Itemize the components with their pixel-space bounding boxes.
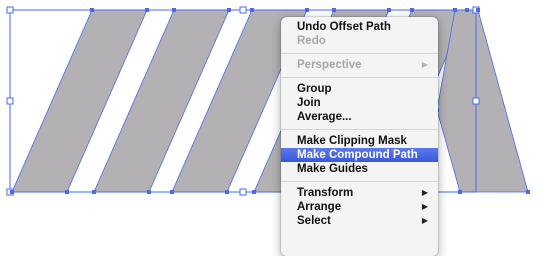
anchor-point[interactable]	[453, 8, 457, 12]
menu-item-label: Arrange	[297, 201, 342, 213]
menu-separator	[281, 77, 438, 78]
menu-item-label: Make Guides	[297, 163, 368, 175]
menu-item-label: Make Compound Path	[297, 149, 418, 161]
menu-item-make-guides[interactable]: Make Guides	[281, 162, 438, 176]
anchor-point[interactable]	[170, 190, 174, 194]
menu-separator	[281, 129, 438, 130]
anchor-point[interactable]	[252, 190, 256, 194]
bounding-box-handle[interactable]	[6, 6, 14, 14]
anchor-point[interactable]	[92, 190, 96, 194]
anchor-point[interactable]	[90, 8, 94, 12]
bounding-box-handle[interactable]	[472, 97, 480, 105]
menu-item-transform[interactable]: Transform ▶	[281, 186, 438, 200]
anchor-point[interactable]	[387, 8, 391, 12]
peak-shape[interactable]	[436, 9, 529, 193]
menu-item-label: Transform	[297, 187, 354, 199]
menu-item-arrange[interactable]: Arrange ▶	[281, 200, 438, 214]
submenu-arrow-icon: ▶	[421, 216, 428, 225]
bounding-box-handle[interactable]	[239, 188, 247, 196]
anchor-point[interactable]	[145, 8, 149, 12]
menu-item-label: Perspective	[297, 59, 362, 71]
submenu-arrow-icon: ▶	[421, 188, 428, 197]
anchor-point[interactable]	[305, 8, 309, 12]
context-menu: Undo Offset Path Redo Perspective ▶ Group Joi…	[281, 17, 438, 256]
anchor-point[interactable]	[10, 190, 14, 194]
menu-item-label: Undo Offset Path	[297, 21, 391, 33]
menu-item-perspective: Perspective ▶	[281, 58, 438, 72]
menu-item-label: Group	[297, 83, 332, 95]
selected-artwork[interactable]	[11, 9, 529, 193]
menu-item-label: Average...	[297, 111, 352, 123]
anchor-point[interactable]	[227, 8, 231, 12]
menu-item-redo: Redo	[281, 34, 438, 48]
submenu-arrow-icon: ▶	[421, 202, 428, 211]
bounding-box-handle[interactable]	[6, 97, 14, 105]
anchor-point[interactable]	[147, 190, 151, 194]
menu-item-label: Join	[297, 97, 321, 109]
anchor-point[interactable]	[65, 190, 69, 194]
bounding-box-handle[interactable]	[239, 6, 247, 14]
anchor-point[interactable]	[332, 8, 336, 12]
menu-item-label: Redo	[297, 35, 326, 47]
anchor-point[interactable]	[250, 8, 254, 12]
menu-item-make-compound-path[interactable]: Make Compound Path	[281, 148, 438, 162]
anchor-point[interactable]	[225, 190, 229, 194]
menu-item-group[interactable]: Group	[281, 82, 438, 96]
artboard-canvas[interactable]	[0, 0, 537, 256]
anchor-point[interactable]	[410, 8, 414, 12]
menu-item-make-clipping-mask[interactable]: Make Clipping Mask	[281, 134, 438, 148]
anchor-point[interactable]	[476, 8, 480, 12]
menu-item-label: Make Clipping Mask	[297, 135, 407, 147]
menu-separator	[281, 181, 438, 182]
anchor-point[interactable]	[458, 190, 462, 194]
anchor-point[interactable]	[465, 8, 469, 12]
menu-item-average[interactable]: Average...	[281, 110, 438, 124]
menu-item-label: Select	[297, 215, 331, 227]
menu-item-undo-offset-path[interactable]: Undo Offset Path	[281, 20, 438, 34]
anchor-point[interactable]	[526, 190, 530, 194]
submenu-arrow-icon: ▶	[421, 60, 428, 69]
menu-item-select[interactable]: Select ▶	[281, 214, 438, 228]
anchor-point[interactable]	[172, 8, 176, 12]
menu-separator	[281, 53, 438, 54]
menu-item-join[interactable]: Join	[281, 96, 438, 110]
